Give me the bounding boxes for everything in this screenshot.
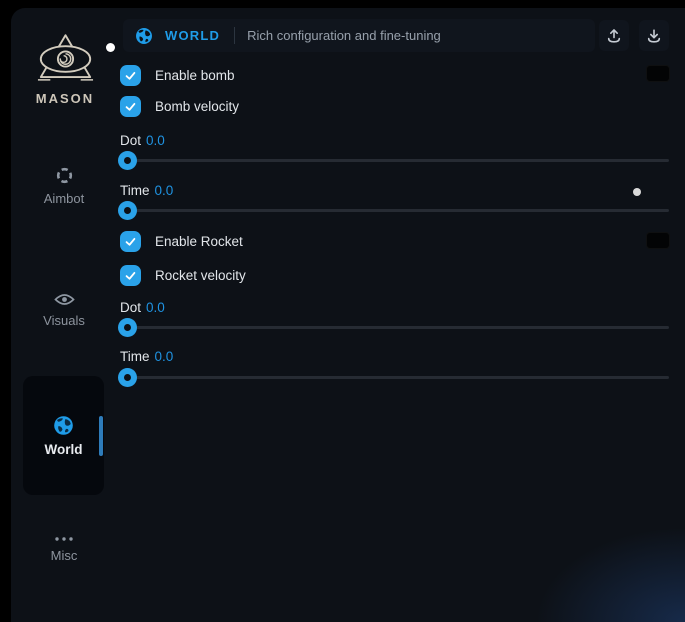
toggle-row-bomb-velocity: Bomb velocity — [120, 96, 239, 117]
slider-thumb[interactable] — [118, 318, 137, 337]
slider-caption-rocket-time: Time 0.0 — [120, 349, 173, 364]
slider-caption-bomb-dot: Dot 0.0 — [120, 133, 165, 148]
check-icon — [124, 100, 137, 113]
globe-icon — [135, 27, 153, 45]
upload-button[interactable] — [599, 20, 629, 51]
checkbox-enable-rocket[interactable] — [120, 231, 141, 252]
sidebar-item-misc[interactable]: Misc — [25, 536, 103, 563]
active-tab-indicator — [99, 416, 103, 456]
sidebar-item-label: Aimbot — [44, 191, 84, 206]
slider-value: 0.0 — [146, 133, 165, 148]
sidebar-item-visuals[interactable]: Visuals — [25, 292, 103, 328]
checkbox-rocket-velocity[interactable] — [120, 265, 141, 286]
eye-triangle-icon — [37, 32, 94, 86]
mason-app: MASON Aimbot Visuals World — [0, 0, 685, 622]
globe-icon — [53, 415, 74, 436]
corner-glow — [535, 527, 685, 622]
sidebar-item-world[interactable]: World — [23, 376, 104, 495]
active-tab-label: WORLD — [165, 28, 220, 43]
slider-track[interactable] — [121, 209, 669, 212]
slider-bomb-dot[interactable] — [118, 151, 669, 170]
slider-label: Dot — [120, 133, 141, 148]
toggle-label: Enable bomb — [155, 68, 235, 83]
slider-label: Dot — [120, 300, 141, 315]
check-icon — [124, 269, 137, 282]
slider-rocket-dot[interactable] — [118, 318, 669, 337]
header-divider — [234, 27, 235, 44]
slider-bomb-time[interactable] — [118, 201, 669, 220]
crosshair-icon — [55, 166, 74, 185]
toggle-label: Bomb velocity — [155, 99, 239, 114]
sidebar-item-label: World — [45, 442, 83, 457]
download-button[interactable] — [639, 20, 669, 51]
slider-label: Time — [120, 349, 150, 364]
white-dot — [106, 43, 115, 52]
upload-icon — [606, 28, 622, 44]
slider-value: 0.0 — [146, 300, 165, 315]
toggle-row-enable-bomb: Enable bomb — [120, 65, 235, 86]
brand-name: MASON — [21, 91, 109, 106]
checkbox-bomb-velocity[interactable] — [120, 96, 141, 117]
slider-rocket-time[interactable] — [118, 368, 669, 387]
slider-track[interactable] — [121, 376, 669, 379]
slider-thumb[interactable] — [118, 368, 137, 387]
header-subtitle: Rich configuration and fine-tuning — [247, 28, 441, 43]
download-icon — [646, 28, 662, 44]
slider-thumb[interactable] — [118, 201, 137, 220]
slider-caption-bomb-time: Time 0.0 — [120, 183, 173, 198]
keybind-enable-rocket[interactable] — [646, 232, 670, 249]
slider-thumb[interactable] — [118, 151, 137, 170]
gray-dot — [633, 188, 641, 196]
check-icon — [124, 235, 137, 248]
slider-track[interactable] — [121, 159, 669, 162]
ellipsis-icon — [53, 536, 75, 542]
slider-track[interactable] — [121, 326, 669, 329]
sidebar-item-label: Visuals — [43, 313, 85, 328]
header-bar: WORLD Rich configuration and fine-tuning — [123, 19, 595, 52]
checkbox-enable-bomb[interactable] — [120, 65, 141, 86]
toggle-row-enable-rocket: Enable Rocket — [120, 231, 243, 252]
mason-window — [11, 8, 685, 622]
toggle-label: Rocket velocity — [155, 268, 246, 283]
slider-value: 0.0 — [155, 349, 174, 364]
slider-label: Time — [120, 183, 150, 198]
eye-icon — [54, 292, 75, 307]
sidebar-item-aimbot[interactable]: Aimbot — [25, 166, 103, 206]
sidebar-item-label: Misc — [51, 548, 78, 563]
keybind-enable-bomb[interactable] — [646, 65, 670, 82]
slider-caption-rocket-dot: Dot 0.0 — [120, 300, 165, 315]
sidebar: MASON Aimbot Visuals World — [11, 8, 108, 622]
toggle-row-rocket-velocity: Rocket velocity — [120, 265, 246, 286]
check-icon — [124, 69, 137, 82]
toggle-label: Enable Rocket — [155, 234, 243, 249]
slider-value: 0.0 — [155, 183, 174, 198]
